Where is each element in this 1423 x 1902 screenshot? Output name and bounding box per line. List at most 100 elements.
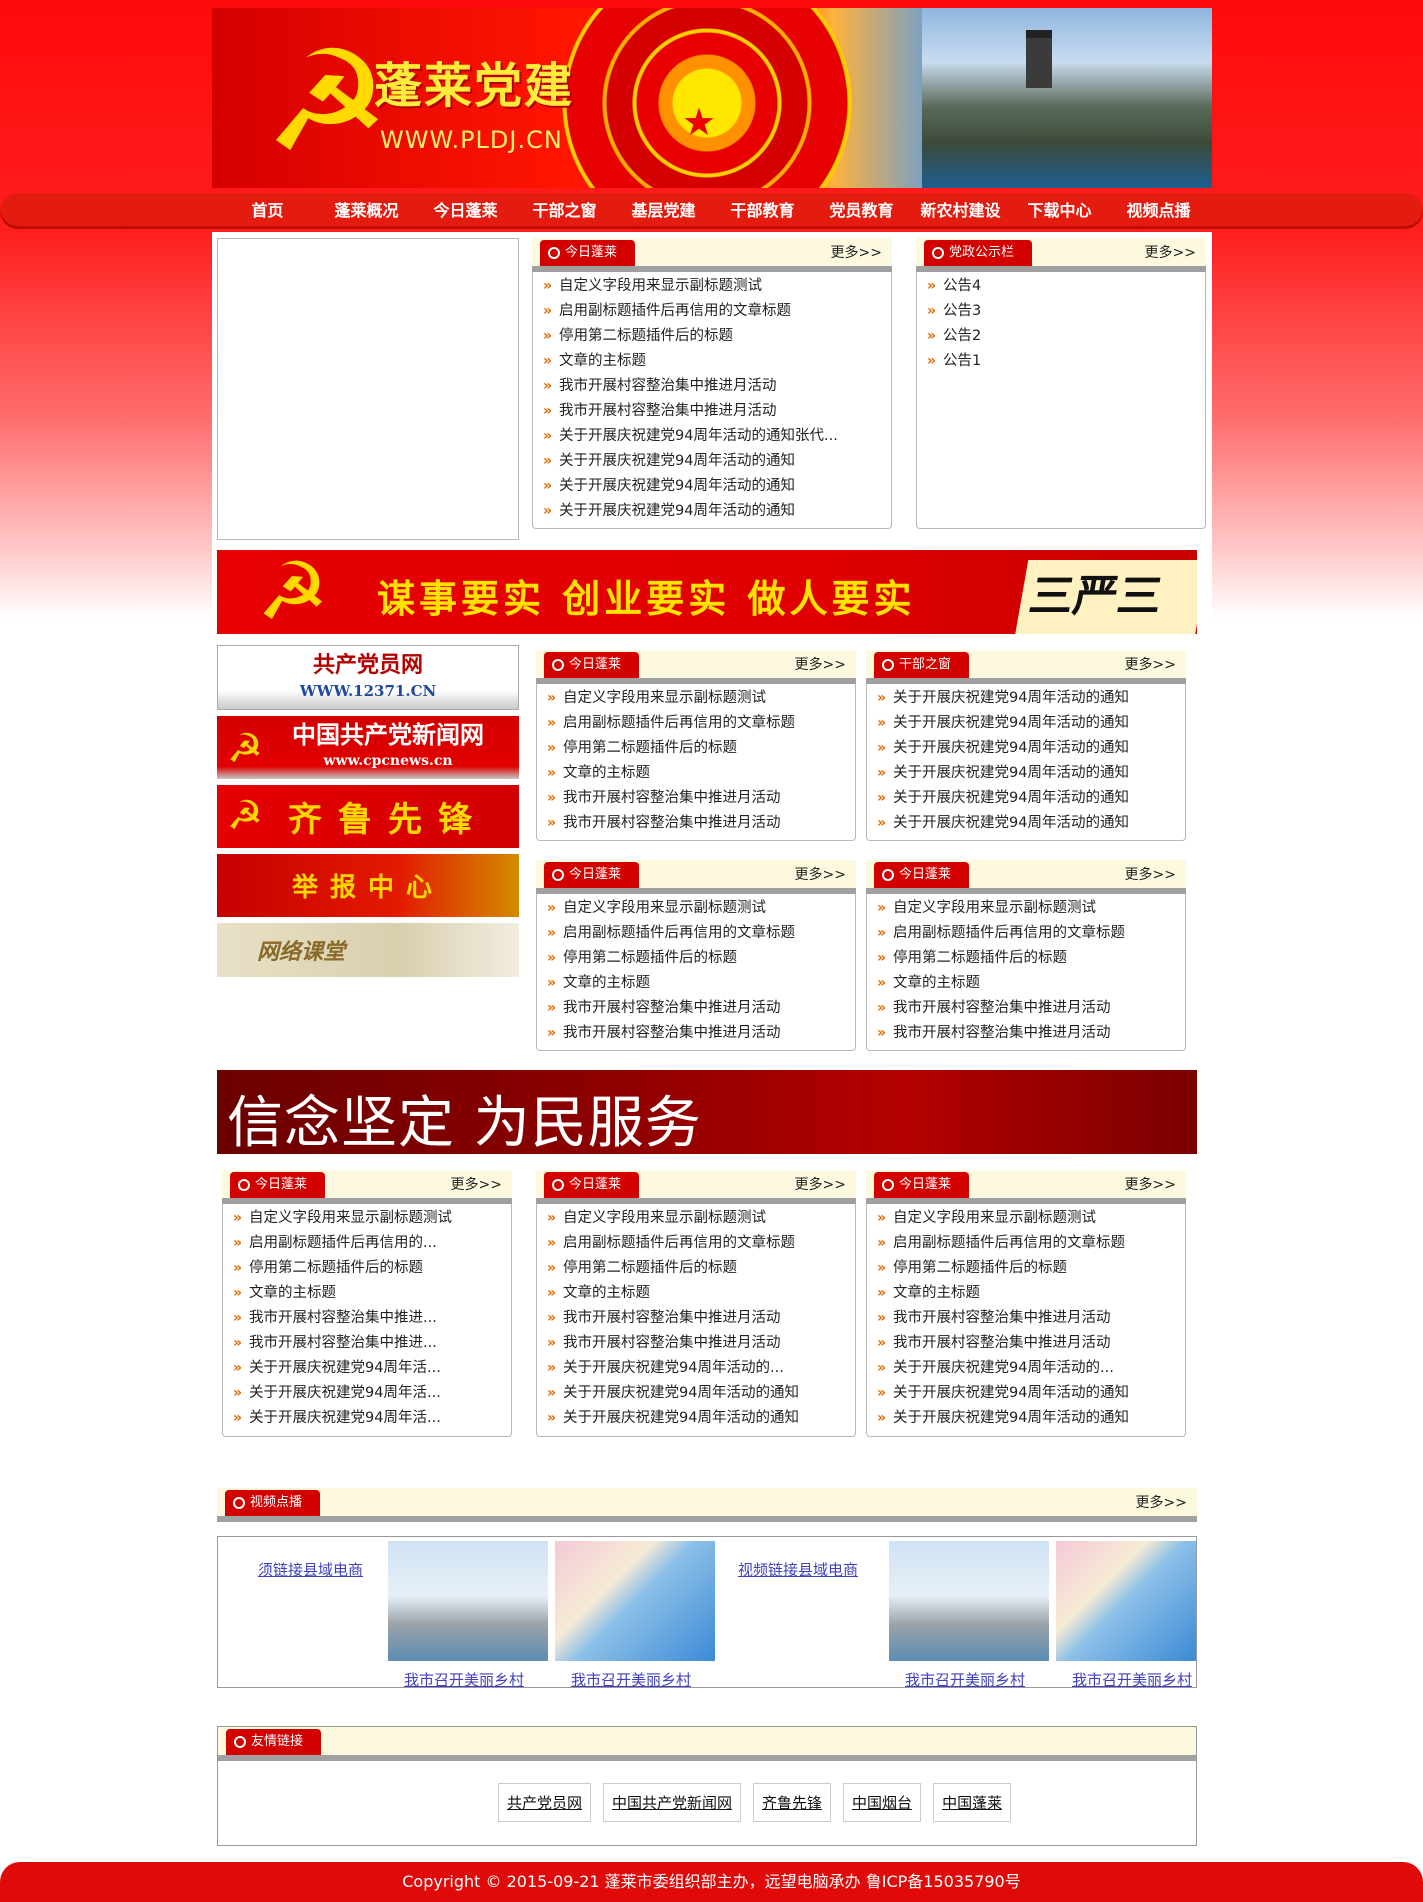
- list-item[interactable]: » 公告4: [927, 274, 981, 299]
- list-item[interactable]: » 我市开展村容整治集中推进月活动: [547, 1306, 799, 1331]
- list-item[interactable]: » 关于开展庆祝建党94周年活动的通知: [877, 761, 1129, 786]
- list-item[interactable]: » 停用第二标题插件后的标题: [233, 1256, 505, 1281]
- list-item[interactable]: » 停用第二标题插件后的标题: [877, 1256, 1129, 1281]
- list-item[interactable]: » 关于开展庆祝建党94周年活动的通知: [877, 686, 1129, 711]
- list-item[interactable]: » 关于开展庆祝建党94周年活...: [233, 1406, 505, 1431]
- more-link[interactable]: 更多>>: [1125, 1174, 1176, 1194]
- link-banner-cpcnews[interactable]: 中国共产党新闻网 www.cpcnews.cn ☭: [217, 716, 519, 779]
- panel-tab[interactable]: 干部之窗: [874, 652, 970, 678]
- list-item[interactable]: » 关于开展庆祝建党94周年活动的通知: [877, 1406, 1129, 1431]
- nav-item-downloads[interactable]: 下载中心: [1010, 193, 1109, 229]
- list-item[interactable]: » 文章的主标题: [877, 1281, 1129, 1306]
- friend-link[interactable]: 中国共产党新闻网: [603, 1783, 742, 1822]
- list-item[interactable]: » 关于开展庆祝建党94周年活动的通知: [547, 1406, 799, 1431]
- more-link[interactable]: 更多>>: [1125, 864, 1176, 884]
- friend-link[interactable]: 共产党员网: [498, 1783, 592, 1822]
- more-link[interactable]: 更多>>: [795, 1174, 846, 1194]
- list-item[interactable]: » 停用第二标题插件后的标题: [547, 736, 795, 761]
- list-item[interactable]: » 启用副标题插件后再信用的...: [233, 1231, 505, 1256]
- list-item[interactable]: » 关于开展庆祝建党94周年活动的通知: [543, 474, 838, 499]
- nav-item-video[interactable]: 视频点播: [1109, 193, 1208, 229]
- list-item[interactable]: » 我市开展村容整治集中推进月活动: [877, 996, 1125, 1021]
- list-item[interactable]: » 启用副标题插件后再信用的文章标题: [547, 921, 795, 946]
- video-link[interactable]: 视频链接县域电商: [738, 1559, 858, 1580]
- more-link[interactable]: 更多>>: [795, 654, 846, 674]
- panel-tab[interactable]: 今日蓬莱: [544, 1172, 640, 1198]
- panel-tab[interactable]: 今日蓬莱: [874, 1172, 970, 1198]
- list-item[interactable]: » 关于开展庆祝建党94周年活动的通知: [547, 1381, 799, 1406]
- list-item[interactable]: » 自定义字段用来显示副标题测试: [543, 274, 838, 299]
- list-item[interactable]: » 停用第二标题插件后的标题: [547, 946, 795, 971]
- list-item[interactable]: » 关于开展庆祝建党94周年活...: [233, 1381, 505, 1406]
- list-item[interactable]: » 关于开展庆祝建党94周年活动的通知: [877, 811, 1129, 836]
- friend-link[interactable]: 中国蓬莱: [933, 1783, 1012, 1822]
- list-item[interactable]: » 我市开展村容整治集中推进...: [233, 1306, 505, 1331]
- list-item[interactable]: » 公告3: [927, 299, 981, 324]
- list-item[interactable]: » 我市开展村容整治集中推进...: [233, 1331, 505, 1356]
- list-item[interactable]: » 自定义字段用来显示副标题测试: [233, 1206, 505, 1231]
- list-item[interactable]: » 关于开展庆祝建党94周年活动的通知: [543, 449, 838, 474]
- link-banner-classroom[interactable]: 网络课堂: [217, 923, 519, 977]
- panel-tab[interactable]: 今日蓬莱: [544, 862, 640, 888]
- slideshow-frame[interactable]: [217, 238, 519, 540]
- more-link[interactable]: 更多>>: [795, 864, 846, 884]
- list-item[interactable]: » 自定义字段用来显示副标题测试: [547, 1206, 799, 1231]
- list-item[interactable]: » 文章的主标题: [547, 1281, 799, 1306]
- list-item[interactable]: » 我市开展村容整治集中推进月活动: [547, 811, 795, 836]
- nav-item-grassroots[interactable]: 基层党建: [614, 193, 713, 229]
- list-item[interactable]: » 停用第二标题插件后的标题: [543, 324, 838, 349]
- video-thumbnail-map[interactable]: [555, 1541, 715, 1661]
- nav-item-overview[interactable]: 蓬莱概况: [317, 193, 416, 229]
- list-item[interactable]: » 关于开展庆祝建党94周年活动的通知: [877, 711, 1129, 736]
- list-item[interactable]: » 关于开展庆祝建党94周年活动的通知: [543, 499, 838, 524]
- list-item[interactable]: » 自定义字段用来显示副标题测试: [547, 896, 795, 921]
- video-link[interactable]: 须链接县域电商: [258, 1559, 363, 1580]
- panel-tab[interactable]: 今日蓬莱: [544, 652, 640, 678]
- video-caption[interactable]: 我市召开美丽乡村: [905, 1669, 1025, 1690]
- list-item[interactable]: » 我市开展村容整治集中推进月活动: [547, 786, 795, 811]
- list-item[interactable]: » 关于开展庆祝建党94周年活动的通知: [877, 736, 1129, 761]
- link-banner-qilu[interactable]: 齐鲁先锋 ☭: [217, 785, 519, 848]
- panel-tab[interactable]: 视频点播: [225, 1490, 321, 1516]
- list-item[interactable]: » 启用副标题插件后再信用的文章标题: [547, 1231, 799, 1256]
- panel-tab[interactable]: 今日蓬莱: [874, 862, 970, 888]
- nav-item-cadre-education[interactable]: 干部教育: [713, 193, 812, 229]
- list-item[interactable]: » 公告1: [927, 349, 981, 374]
- list-item[interactable]: » 关于开展庆祝建党94周年活...: [233, 1356, 505, 1381]
- list-item[interactable]: » 启用副标题插件后再信用的文章标题: [543, 299, 838, 324]
- list-item[interactable]: » 我市开展村容整治集中推进月活动: [547, 996, 795, 1021]
- list-item[interactable]: » 我市开展村容整治集中推进月活动: [543, 399, 838, 424]
- list-item[interactable]: » 关于开展庆祝建党94周年活动的通知张代...: [543, 424, 838, 449]
- video-thumbnail-city[interactable]: [889, 1541, 1049, 1661]
- list-item[interactable]: » 文章的主标题: [547, 971, 795, 996]
- list-item[interactable]: » 启用副标题插件后再信用的文章标题: [877, 921, 1125, 946]
- list-item[interactable]: » 启用副标题插件后再信用的文章标题: [547, 711, 795, 736]
- video-caption[interactable]: 我市召开美丽乡村: [571, 1669, 691, 1690]
- panel-tab[interactable]: 友情链接: [226, 1729, 322, 1755]
- panel-tab[interactable]: 党政公示栏: [924, 240, 1033, 266]
- nav-item-home[interactable]: 首页: [218, 193, 317, 229]
- list-item[interactable]: » 停用第二标题插件后的标题: [547, 1256, 799, 1281]
- list-item[interactable]: » 文章的主标题: [877, 971, 1125, 996]
- list-item[interactable]: » 我市开展村容整治集中推进月活动: [877, 1021, 1125, 1046]
- list-item[interactable]: » 自定义字段用来显示副标题测试: [547, 686, 795, 711]
- friend-link[interactable]: 齐鲁先锋: [753, 1783, 832, 1822]
- list-item[interactable]: » 关于开展庆祝建党94周年活动的通知: [877, 786, 1129, 811]
- more-link[interactable]: 更多>>: [1136, 1492, 1187, 1512]
- nav-item-new-countryside[interactable]: 新农村建设: [911, 193, 1010, 229]
- list-item[interactable]: » 公告2: [927, 324, 981, 349]
- nav-item-today[interactable]: 今日蓬莱: [416, 193, 515, 229]
- panel-tab[interactable]: 今日蓬莱: [230, 1172, 326, 1198]
- list-item[interactable]: » 停用第二标题插件后的标题: [877, 946, 1125, 971]
- more-link[interactable]: 更多>>: [1125, 654, 1176, 674]
- list-item[interactable]: » 关于开展庆祝建党94周年活动的...: [547, 1356, 799, 1381]
- more-link[interactable]: 更多>>: [1145, 242, 1196, 262]
- panel-tab[interactable]: 今日蓬莱: [540, 240, 636, 266]
- friend-link[interactable]: 中国烟台: [843, 1783, 922, 1822]
- nav-item-member-education[interactable]: 党员教育: [812, 193, 911, 229]
- list-item[interactable]: » 我市开展村容整治集中推进月活动: [547, 1331, 799, 1356]
- list-item[interactable]: » 我市开展村容整治集中推进月活动: [543, 374, 838, 399]
- nav-item-cadre-window[interactable]: 干部之窗: [515, 193, 614, 229]
- list-item[interactable]: » 文章的主标题: [547, 761, 795, 786]
- more-link[interactable]: 更多>>: [831, 242, 882, 262]
